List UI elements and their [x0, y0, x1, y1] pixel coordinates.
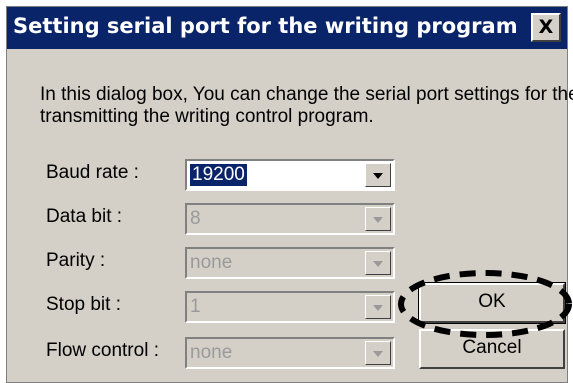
stop-bit-value: 1	[190, 296, 201, 317]
baud-rate-select[interactable]: 19200	[185, 159, 395, 191]
cancel-button[interactable]: Cancel	[419, 329, 565, 369]
flow-control-value: none	[190, 342, 233, 363]
parity-label: Parity :	[46, 250, 106, 271]
close-icon: X	[538, 16, 554, 38]
data-bit-value: 8	[190, 208, 201, 229]
chevron-down-icon	[365, 207, 391, 231]
baud-rate-value: 19200	[190, 164, 247, 186]
chevron-down-icon[interactable]	[365, 163, 391, 187]
title-bar[interactable]: Setting serial port for the writing prog…	[7, 7, 567, 49]
close-button[interactable]: X	[531, 13, 561, 42]
stop-bit-label: Stop bit :	[46, 294, 121, 315]
stop-bit-select: 1	[185, 291, 395, 323]
ok-button[interactable]: OK	[418, 282, 566, 324]
data-bit-select: 8	[185, 203, 395, 235]
flow-control-label: Flow control :	[46, 340, 159, 361]
dialog-description: In this dialog box, You can change the s…	[40, 84, 573, 127]
parity-select: none	[185, 247, 395, 279]
baud-rate-label: Baud rate :	[46, 162, 139, 183]
flow-control-select: none	[185, 337, 395, 369]
chevron-down-icon	[365, 251, 391, 275]
chevron-down-icon	[365, 295, 391, 319]
data-bit-label: Data bit :	[46, 206, 123, 227]
chevron-down-icon	[365, 341, 391, 365]
dialog-title: Setting serial port for the writing prog…	[13, 14, 518, 38]
parity-value: none	[190, 252, 233, 273]
serial-port-dialog: Setting serial port for the writing prog…	[6, 6, 573, 383]
